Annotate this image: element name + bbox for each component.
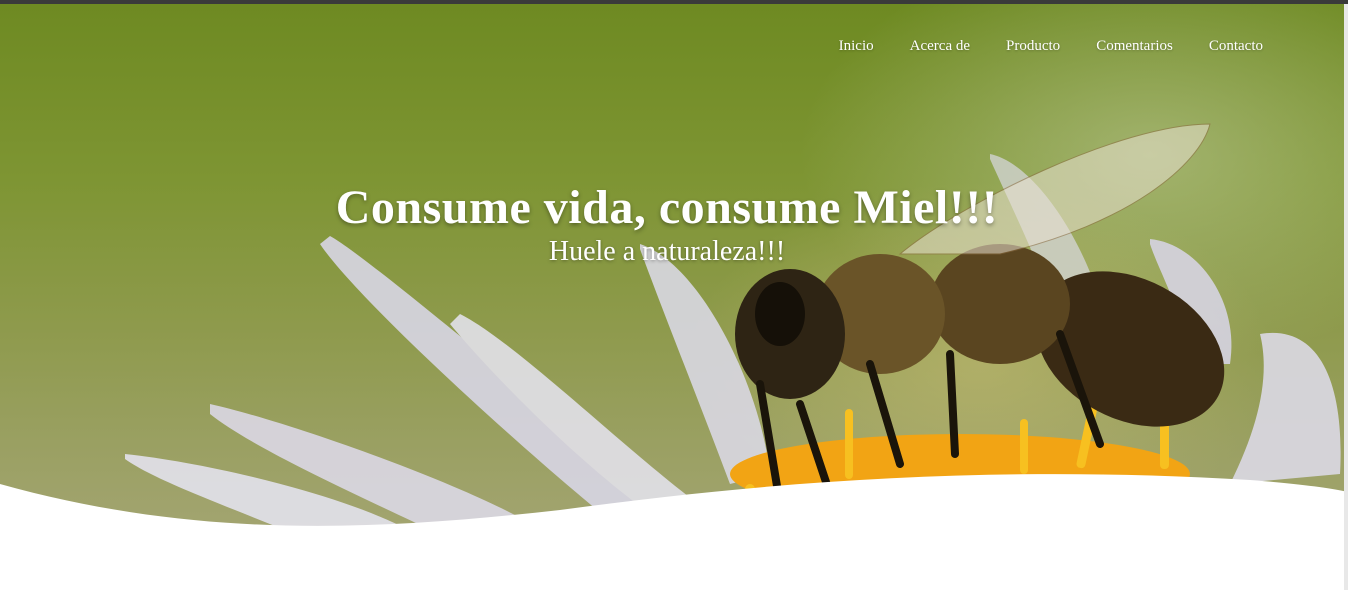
nav-inicio[interactable]: Inicio: [839, 38, 874, 55]
nav-comentarios[interactable]: Comentarios: [1096, 38, 1173, 55]
page-scrollbar[interactable]: [1344, 4, 1348, 590]
nav-contacto[interactable]: Contacto: [1209, 38, 1263, 55]
hero-subtitle: Huele a naturaleza!!!: [548, 236, 786, 267]
hero-section: Inicio Acerca de Producto Comentarios Co…: [0, 4, 1348, 590]
nav-producto[interactable]: Producto: [1006, 38, 1060, 55]
wave-divider: [0, 474, 1348, 590]
hero-title: Consume vida, consume Miel!!!: [335, 181, 999, 234]
nav-acerca-de[interactable]: Acerca de: [910, 38, 970, 55]
main-nav: Inicio Acerca de Producto Comentarios Co…: [803, 38, 1263, 55]
